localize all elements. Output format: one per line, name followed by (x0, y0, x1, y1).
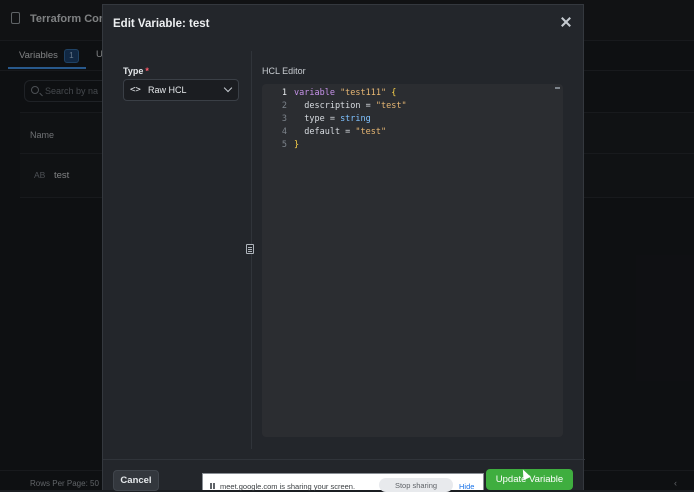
code-token: "test111" (340, 88, 387, 98)
type-label: Type * (123, 66, 149, 76)
type-select-value: Raw HCL (148, 85, 187, 95)
line-number: 2 (281, 101, 287, 111)
code-token: description = (294, 101, 376, 111)
line-number: 5 (281, 140, 287, 150)
code-token: default = (294, 127, 356, 137)
code-token: type = (294, 114, 341, 124)
code-line[interactable]: 1 variable "test111" { (262, 87, 407, 100)
dialog-title: Edit Variable: test (113, 18, 210, 30)
code-line[interactable]: 2 description = "test" (262, 100, 407, 113)
code-token: { (386, 88, 397, 98)
line-number: 3 (281, 114, 287, 124)
code-line[interactable]: 3 type = string (262, 113, 407, 126)
code-token: "test" (375, 101, 407, 111)
hcl-editor-label: HCL Editor (262, 66, 306, 76)
code-token: } (294, 140, 300, 150)
hcl-code-editor[interactable]: 1 variable "test111" {2 description = "te… (262, 84, 563, 437)
chevron-down-icon (223, 83, 233, 93)
close-icon[interactable] (559, 15, 573, 29)
pause-icon (210, 483, 212, 489)
line-number: 1 (281, 88, 287, 98)
screen-share-bar: meet.google.com is sharing your screen. … (202, 473, 484, 492)
editor-scrollbar[interactable] (555, 87, 560, 89)
code-lines: 1 variable "test111" {2 description = "te… (262, 87, 407, 152)
code-token: "test" (355, 127, 387, 137)
code-token: string (340, 114, 371, 124)
type-select[interactable]: <> Raw HCL (123, 79, 239, 101)
footer-divider (103, 459, 585, 460)
cancel-button[interactable]: Cancel (113, 470, 159, 491)
required-mark: * (145, 66, 149, 76)
code-line[interactable]: 4 default = "test" (262, 126, 407, 139)
line-number: 4 (281, 127, 287, 137)
code-token: variable (294, 88, 341, 98)
panel-toggle-icon[interactable] (246, 244, 254, 254)
code-line[interactable]: 5} (262, 139, 407, 152)
type-label-text: Type (123, 66, 144, 76)
code-icon: <> (130, 85, 141, 95)
update-variable-button[interactable]: Update Variable (486, 469, 573, 490)
edit-variable-dialog: Edit Variable: test Type * <> Raw HCL HCL… (102, 4, 585, 491)
type-panel: Type * <> Raw HCL (113, 51, 250, 449)
